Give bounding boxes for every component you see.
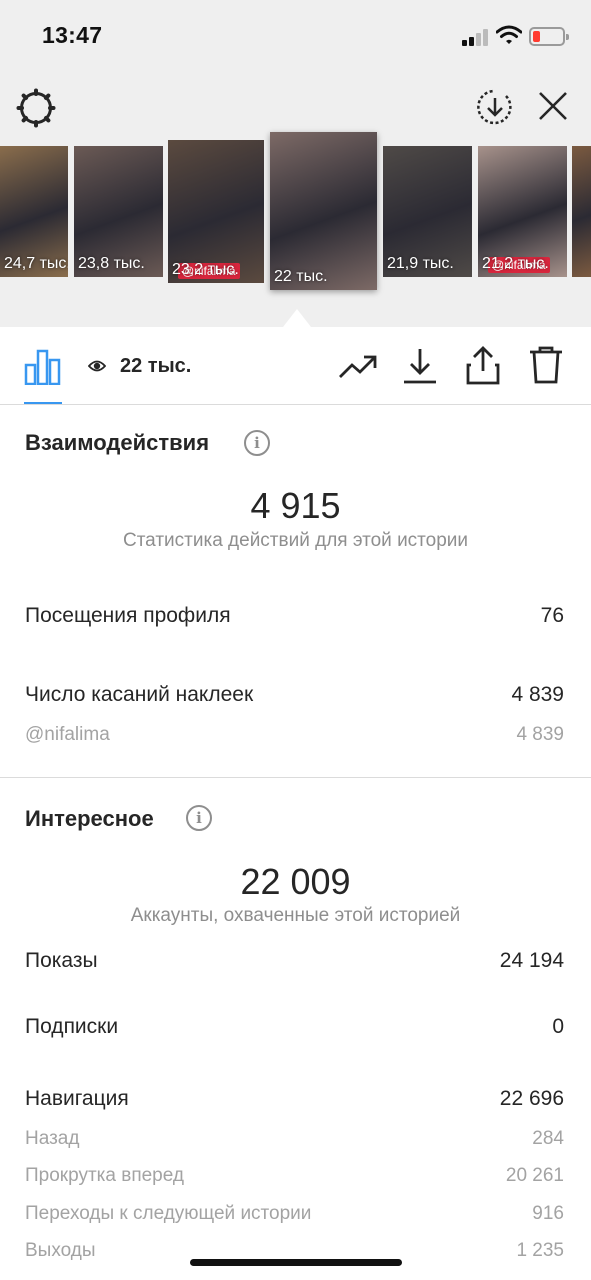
interactions-title: Взаимодействия <box>25 430 210 455</box>
story-thumbnail[interactable]: 21,9 тыс. <box>383 146 472 277</box>
story-views: 21,2 тыс. <box>482 255 549 272</box>
profile-visits-label: Посещения профиля <box>25 604 231 627</box>
story-thumbnail[interactable]: 24,7 тыс. <box>0 146 68 277</box>
story-thumbnail[interactable]: 23,8 тыс. <box>74 146 163 277</box>
story-views: 23,2 тыс. <box>172 261 239 278</box>
trending-icon[interactable] <box>338 351 378 383</box>
selected-story-pointer <box>283 309 311 327</box>
discovery-title: Интересное <box>25 806 154 831</box>
profile-visits-value: 76 <box>540 604 564 627</box>
wifi-icon <box>496 25 522 44</box>
top-panel: 13:47 24,7 тыс. 23,8 тыс. @nifalima 23,2… <box>0 0 591 327</box>
battery-icon <box>529 27 569 46</box>
bar-chart-icon[interactable] <box>24 349 62 385</box>
nav-forward-label: Прокрутка вперед <box>25 1165 184 1186</box>
trash-icon[interactable] <box>528 345 564 385</box>
eye-icon <box>88 360 106 372</box>
impressions-value: 24 194 <box>499 949 564 972</box>
download-icon[interactable] <box>402 347 438 385</box>
story-thumbnails[interactable]: 24,7 тыс. 23,8 тыс. @nifalima 23,2 тыс. … <box>0 128 591 298</box>
story-thumbnail[interactable]: @nifalima 21,2 тыс. <box>478 146 567 277</box>
sticker-taps-value: 4 839 <box>511 683 564 706</box>
interactions-subtitle: Статистика действий для этой истории <box>122 530 469 551</box>
navigation-value: 22 696 <box>499 1087 564 1110</box>
interactions-total: 4 915 <box>250 485 341 526</box>
status-time: 13:47 <box>42 22 103 48</box>
cellular-signal-icon <box>462 28 490 46</box>
story-views: 23,8 тыс. <box>78 255 145 272</box>
info-icon[interactable]: i <box>186 805 212 831</box>
impressions-label: Показы <box>25 949 98 972</box>
sticker-taps-label: Число касаний наклеек <box>25 683 254 706</box>
sticker-mention-label[interactable]: @nifalima <box>25 724 110 746</box>
navigation-label: Навигация <box>25 1087 129 1110</box>
info-icon[interactable]: i <box>244 430 270 456</box>
story-thumbnail-selected[interactable]: 22 тыс. <box>270 132 377 290</box>
follows-value: 0 <box>552 1015 564 1038</box>
story-toolbar: 22 тыс. <box>0 327 591 405</box>
views-count: 22 тыс. <box>120 355 192 377</box>
story-views: 22 тыс. <box>274 268 328 285</box>
section-divider <box>0 777 591 778</box>
nav-back-value: 284 <box>532 1128 564 1149</box>
follows-label: Подписки <box>25 1015 119 1038</box>
discovery-subtitle: Аккаунты, охваченные этой историей <box>130 905 461 926</box>
sticker-mention-value: 4 839 <box>516 724 564 745</box>
story-views: 21,9 тыс. <box>387 255 454 272</box>
share-icon[interactable] <box>465 345 501 385</box>
story-thumbnail[interactable]: @nifalima 23,2 тыс. <box>168 140 264 283</box>
nav-exits-label: Выходы <box>25 1240 96 1261</box>
nav-next-story-value: 916 <box>532 1203 564 1224</box>
home-indicator[interactable] <box>190 1259 402 1266</box>
nav-forward-value: 20 261 <box>505 1165 564 1186</box>
active-tab-indicator <box>24 402 62 404</box>
story-views: 24,7 тыс. <box>4 255 68 272</box>
nav-back-label: Назад <box>25 1128 80 1149</box>
nav-next-story-label: Переходы к следующей истории <box>25 1203 312 1224</box>
close-icon[interactable] <box>535 88 571 124</box>
nav-exits-value: 1 235 <box>516 1240 564 1261</box>
discovery-total: 22 009 <box>240 861 351 902</box>
download-circle-icon[interactable] <box>476 88 514 126</box>
gear-icon[interactable] <box>16 88 56 128</box>
story-thumbnail[interactable] <box>572 146 591 277</box>
